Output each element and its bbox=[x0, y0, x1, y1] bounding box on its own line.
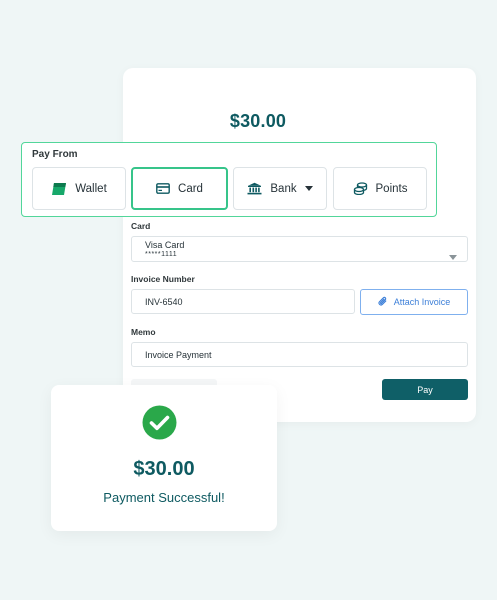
chevron-down-icon bbox=[304, 186, 313, 191]
paperclip-icon bbox=[378, 296, 388, 309]
memo-value: Invoice Payment bbox=[145, 349, 212, 360]
method-points-label: Points bbox=[375, 182, 408, 195]
card-select-number: *****1111 bbox=[145, 251, 178, 258]
pay-from-panel: Pay From Wallet Card Bank Points bbox=[21, 142, 437, 217]
method-wallet-label: Wallet bbox=[75, 182, 107, 195]
credit-card-icon bbox=[156, 183, 170, 194]
payment-amount: $30.00 bbox=[229, 111, 287, 131]
bank-icon bbox=[247, 182, 262, 195]
method-card-label: Card bbox=[178, 182, 203, 195]
wallet-icon bbox=[51, 182, 67, 196]
pay-button[interactable]: Pay bbox=[382, 379, 468, 400]
pay-from-label: Pay From bbox=[32, 149, 78, 160]
invoice-number-label: Invoice Number bbox=[131, 274, 195, 284]
method-bank-label: Bank bbox=[270, 182, 297, 195]
invoice-number-value: INV-6540 bbox=[145, 296, 183, 307]
chevron-down-icon bbox=[449, 247, 457, 265]
attach-invoice-button[interactable]: Attach Invoice bbox=[360, 289, 468, 315]
invoice-number-input[interactable]: INV-6540 bbox=[131, 289, 355, 314]
success-amount: $30.00 bbox=[133, 458, 195, 480]
attach-invoice-label: Attach Invoice bbox=[393, 297, 451, 307]
coins-icon bbox=[353, 182, 368, 195]
card-field-label: Card bbox=[131, 221, 151, 231]
payment-success-card: $30.00 Payment Successful! bbox=[51, 385, 277, 531]
method-points-button[interactable]: Points bbox=[333, 167, 427, 210]
method-wallet-button[interactable]: Wallet bbox=[32, 167, 126, 210]
card-select[interactable]: Visa Card *****1111 bbox=[131, 236, 468, 262]
check-circle-icon bbox=[142, 405, 177, 445]
memo-input[interactable]: Invoice Payment bbox=[131, 342, 468, 367]
method-bank-button[interactable]: Bank bbox=[233, 167, 327, 210]
memo-label: Memo bbox=[131, 327, 156, 337]
card-select-name: Visa Card bbox=[145, 240, 185, 250]
success-message: Payment Successful! bbox=[103, 490, 225, 505]
pay-button-label: Pay bbox=[417, 384, 433, 395]
method-card-button[interactable]: Card bbox=[131, 167, 228, 210]
